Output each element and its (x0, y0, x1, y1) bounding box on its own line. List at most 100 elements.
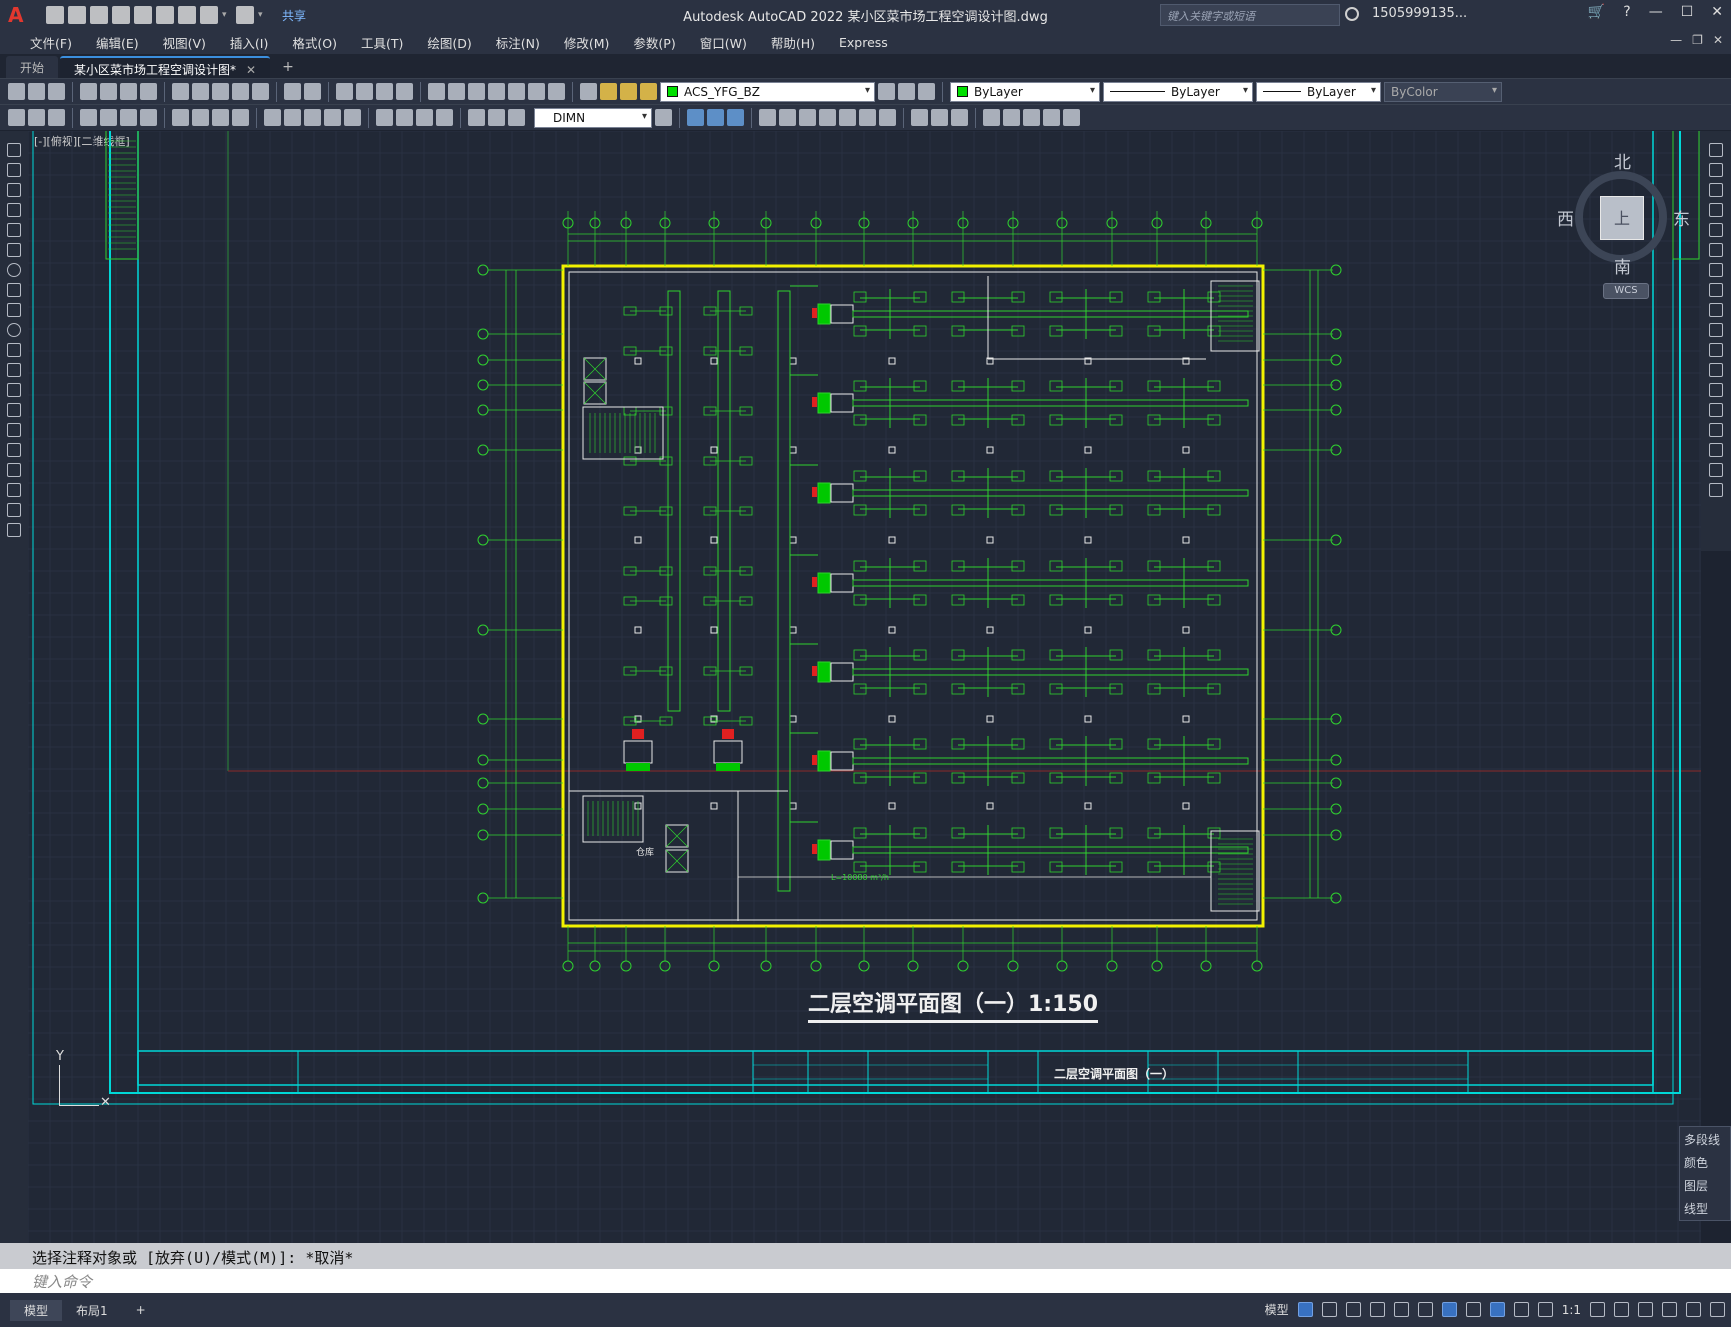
redo-icon[interactable] (236, 6, 254, 24)
workspace-switch-icon[interactable] (1590, 1302, 1605, 1317)
undo-icon[interactable] (284, 83, 301, 100)
linear-dimension-icon[interactable] (80, 109, 97, 126)
object-tracking-icon[interactable] (1417, 1302, 1433, 1317)
add-layout-button[interactable]: + (122, 1301, 160, 1319)
copy-object-icon[interactable] (1709, 163, 1723, 177)
trim-icon[interactable] (1709, 323, 1723, 337)
quick-properties-panel[interactable]: 多段线 颜色 图层 线型 (1679, 1126, 1731, 1221)
tab-drawing[interactable]: 某小区菜市场工程空调设计图* ✕ (60, 56, 271, 78)
maximize-icon[interactable]: ☐ (1681, 4, 1694, 20)
layer-previous-icon[interactable] (918, 83, 935, 100)
snap-center-icon[interactable] (819, 109, 836, 126)
layer-freeze-icon[interactable] (620, 83, 637, 100)
object-snap-icon[interactable] (687, 109, 704, 126)
baseline-dimension-icon[interactable] (284, 109, 301, 126)
join-icon[interactable] (1709, 403, 1723, 417)
snap-tangent-icon[interactable] (859, 109, 876, 126)
paste-icon[interactable] (212, 83, 229, 100)
snap-tracking-icon[interactable] (1063, 109, 1080, 126)
publish-icon[interactable] (120, 83, 137, 100)
snap-settings-icon[interactable] (1023, 109, 1040, 126)
ortho-icon[interactable] (1345, 1302, 1361, 1317)
open-file-icon[interactable] (68, 6, 86, 24)
model-space-label[interactable]: 模型 (1265, 1301, 1289, 1318)
tool-palettes-icon[interactable] (468, 83, 485, 100)
plus-icon[interactable] (1614, 1302, 1629, 1317)
viewcube-south[interactable]: 南 (1614, 253, 1631, 278)
blend-curves-icon[interactable] (1709, 463, 1723, 477)
new-file-icon[interactable] (46, 6, 64, 24)
plot-icon[interactable] (178, 6, 196, 24)
dimension-break-icon[interactable] (344, 109, 361, 126)
make-current-layer-icon[interactable] (878, 83, 895, 100)
chamfer-icon[interactable] (1709, 423, 1723, 437)
undo-icon[interactable] (200, 6, 218, 24)
ordinate-dimension-icon[interactable] (140, 109, 157, 126)
grid-icon[interactable] (1297, 1302, 1313, 1317)
isolate-objects-icon[interactable] (1638, 1302, 1653, 1317)
redo-icon[interactable] (304, 83, 321, 100)
calculator-icon[interactable] (528, 83, 545, 100)
mirror-icon[interactable] (1709, 183, 1723, 197)
snap-none-icon[interactable] (1003, 109, 1020, 126)
polar-tracking-icon[interactable] (1369, 1302, 1385, 1317)
snap-parallel-icon[interactable] (911, 109, 928, 126)
workspace-icon[interactable] (8, 109, 25, 126)
close-icon[interactable]: ✕ (1711, 4, 1723, 20)
snap-nearest-icon[interactable] (983, 109, 1000, 126)
zoom-realtime-icon[interactable] (356, 83, 373, 100)
minimize-icon[interactable]: — (1649, 4, 1663, 20)
rectangle-icon[interactable] (7, 223, 21, 237)
center-mark-icon[interactable] (396, 109, 413, 126)
help-icon[interactable] (548, 83, 565, 100)
quick-dimension-icon[interactable] (264, 109, 281, 126)
share-button[interactable]: 共享 (282, 7, 306, 24)
match-properties-icon[interactable] (232, 83, 249, 100)
property-linetype[interactable]: 线型 (1684, 1200, 1726, 1217)
new-tab-button[interactable]: + (272, 56, 304, 78)
revision-cloud-icon[interactable] (7, 283, 21, 297)
fillet-icon[interactable] (1709, 443, 1723, 457)
aligned-dimension-icon[interactable] (100, 109, 117, 126)
radius-dimension-icon[interactable] (172, 109, 189, 126)
menu-item-6[interactable]: 绘图(D) (415, 33, 483, 52)
snap-endpoint-icon[interactable] (707, 109, 724, 126)
layer-properties-icon[interactable] (580, 83, 597, 100)
hatch-icon[interactable] (7, 423, 21, 437)
tab-model[interactable]: 模型 (10, 1299, 63, 1321)
tolerance-icon[interactable] (376, 109, 393, 126)
menu-item-5[interactable]: 工具(T) (349, 33, 415, 52)
open-icon[interactable] (28, 83, 45, 100)
insert-block-icon[interactable] (7, 363, 21, 377)
array-icon[interactable] (1709, 223, 1723, 237)
command-input[interactable]: 键入命令 (0, 1269, 1731, 1293)
annotation-scale-value[interactable]: 1:1 (1562, 1303, 1581, 1317)
offset-icon[interactable] (1709, 203, 1723, 217)
circle-icon[interactable] (7, 263, 21, 277)
markup-icon[interactable] (508, 83, 525, 100)
ellipse-icon[interactable] (7, 323, 21, 337)
color-dropdown[interactable]: ByLayer ▾ (950, 81, 1100, 102)
customization-icon[interactable] (1710, 1302, 1725, 1317)
snap-3d-icon[interactable] (1043, 109, 1060, 126)
dimstyle-dropdown[interactable]: DIMN ▾ (534, 107, 652, 128)
snap-node-icon[interactable] (951, 109, 968, 126)
snap-mode-icon[interactable] (1321, 1302, 1337, 1317)
redo-dropdown-icon[interactable]: ▾ (258, 10, 268, 20)
continue-dimension-icon[interactable] (304, 109, 321, 126)
annotation-scale-icon[interactable] (1537, 1302, 1553, 1317)
snap-extension-icon[interactable] (799, 109, 816, 126)
viewcube-north[interactable]: 北 (1614, 148, 1631, 173)
save-icon[interactable] (48, 83, 65, 100)
save-icon[interactable] (90, 6, 108, 24)
undo-dropdown-icon[interactable]: ▾ (222, 10, 232, 20)
make-block-icon[interactable] (7, 383, 21, 397)
clean-screen-icon[interactable] (1686, 1302, 1701, 1317)
menu-item-12[interactable]: Express (827, 35, 900, 50)
viewcube-east[interactable]: 东 (1673, 205, 1690, 230)
break-at-point-icon[interactable] (1709, 363, 1723, 377)
search-input[interactable]: 键入关键字或短语 (1160, 4, 1340, 26)
design-center-icon[interactable] (448, 83, 465, 100)
point-icon[interactable] (7, 403, 21, 417)
extend-icon[interactable] (1709, 343, 1723, 357)
